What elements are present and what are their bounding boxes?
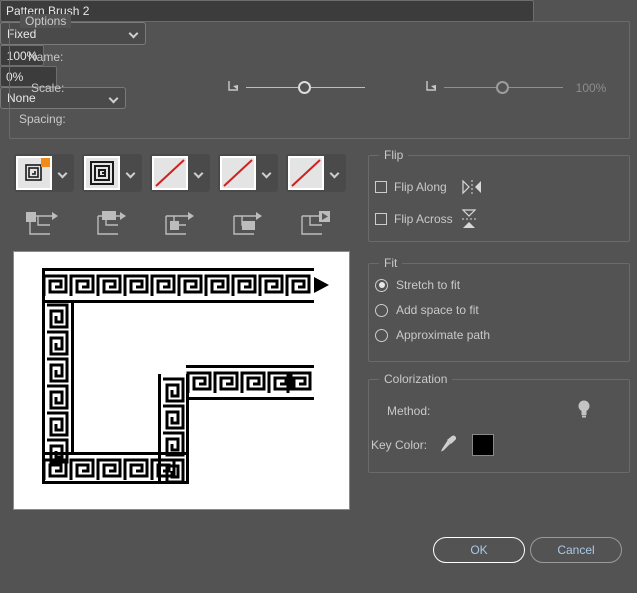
inner-vertical-band [158,374,189,484]
end-tile-icon [226,210,266,240]
chevron-down-icon [110,94,119,103]
scale-corner-icon [228,80,242,97]
tile-dropdown-start[interactable] [324,169,346,178]
chevron-down-icon [130,29,139,38]
scale-slider-secondary [444,79,563,97]
top-band [42,268,314,303]
key-color-label: Key Color: [371,438,428,452]
tile-dropdown-inner-corner[interactable] [188,169,210,178]
tile-thumbnail-end [220,156,256,190]
scale-corner-icon-secondary [426,80,440,97]
eyedropper-icon[interactable] [439,434,457,457]
chevron-down-icon [59,169,68,178]
chevron-down-icon [195,169,204,178]
flip-across-row[interactable]: Flip Across [375,208,477,230]
fit-option-add-space[interactable]: Add space to fit [375,303,479,317]
fit-label-add-space: Add space to fit [396,303,479,317]
name-label: Name: [28,50,64,64]
tile-modified-badge [41,158,50,167]
spacing-label: Spacing: [19,112,66,126]
fit-group-legend: Fit [379,256,403,270]
tile-button-outer-corner[interactable] [14,154,74,192]
flip-along-label: Flip Along [394,180,447,194]
empty-tile-icon [223,159,253,187]
side-tile-icon [90,210,130,240]
tile-button-inner-corner[interactable] [150,154,210,192]
empty-tile-icon [291,159,321,187]
method-label: Method: [387,404,431,418]
tile-button-side[interactable] [82,154,142,192]
key-color-swatch[interactable] [472,434,494,456]
cancel-button[interactable]: Cancel [530,537,622,563]
bottom-band [42,452,186,484]
inner-corner-tile-icon [158,210,198,240]
ok-button[interactable]: OK [433,537,525,563]
start-tile-icon [294,210,334,240]
chevron-down-icon [263,169,272,178]
flip-across-icon [461,208,477,230]
flip-along-row[interactable]: Flip Along [375,179,483,195]
scale-label: Scale: [31,81,65,95]
colorization-tips-icon[interactable] [576,398,592,423]
tile-button-start[interactable] [286,154,346,192]
chevron-down-icon [127,169,136,178]
name-input[interactable]: Pattern Brush 2 [0,0,534,22]
chevron-down-icon [331,169,340,178]
spiral-large-icon [90,161,114,185]
scale-slider-thumb[interactable] [298,81,311,94]
flip-group-legend: Flip [379,148,409,162]
tile-button-end[interactable] [218,154,278,192]
tile-dropdown-outer-corner[interactable] [52,169,74,178]
options-group-legend: Options [20,14,72,28]
colorization-group: Colorization [368,372,630,473]
flip-across-label: Flip Across [394,212,453,226]
fit-option-approximate[interactable]: Approximate path [375,328,490,342]
colorization-group-legend: Colorization [379,372,453,386]
lightbulb-icon [578,400,590,418]
fit-radio-approximate[interactable] [375,328,388,342]
tile-thumbnail-side [84,156,120,190]
greek-key-pattern [42,268,329,484]
fit-option-stretch[interactable]: Stretch to fit [375,278,460,292]
empty-tile-icon [155,159,185,187]
fit-radio-add-space[interactable] [375,303,388,317]
path-direction-arrow [314,277,329,293]
fit-label-stretch: Stretch to fit [396,278,461,292]
tile-thumbnail-start [288,156,324,190]
scale-percent-input-secondary: 100% [575,81,607,95]
tile-thumbnail-outer-corner [16,156,52,190]
outer-corner-tile-icon [22,210,62,240]
fit-radio-stretch[interactable] [375,278,388,292]
inner-horizontal-band [186,365,314,400]
flip-across-checkbox[interactable] [375,213,387,225]
brush-preview [13,251,350,510]
tile-dropdown-end[interactable] [256,169,278,178]
tile-thumbnail-inner-corner [152,156,188,190]
fit-label-approximate: Approximate path [396,328,491,342]
tile-dropdown-side[interactable] [120,169,142,178]
flip-along-checkbox[interactable] [375,181,387,193]
scale-slider-secondary-thumb [496,81,509,94]
flip-along-icon [461,179,483,195]
scale-slider[interactable] [246,79,365,97]
